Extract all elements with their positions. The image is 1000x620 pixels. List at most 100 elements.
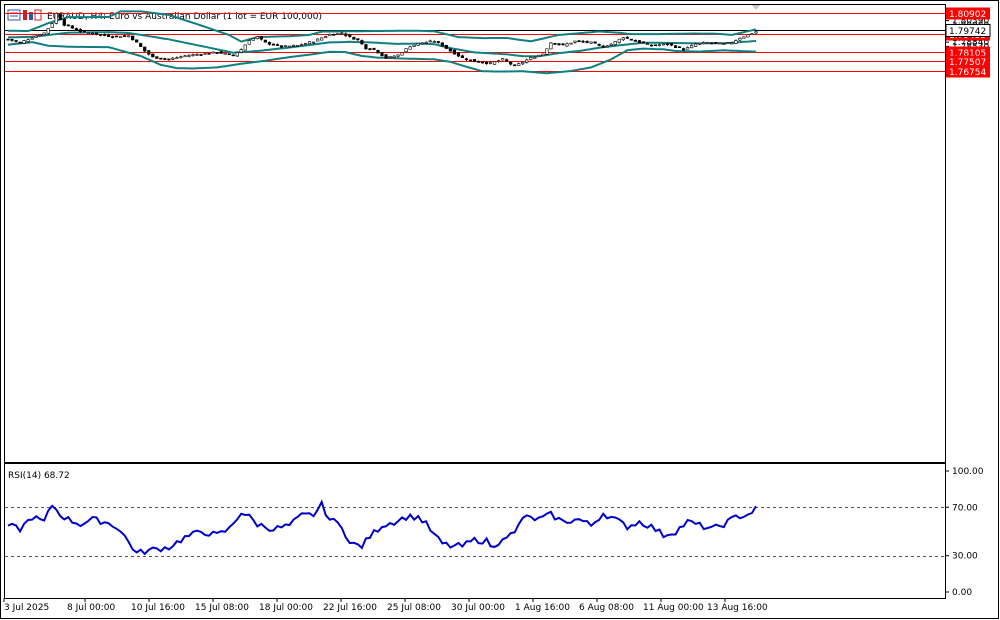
bear-candle [597,44,601,46]
bear-candle [231,54,235,57]
bull-candle [754,31,758,34]
bear-candle [159,57,163,60]
rsi-line [7,499,757,556]
bear-candle [557,43,561,46]
bull-candle [661,43,666,46]
bear-candle [384,54,388,59]
time-axis-label: 18 Jul 00:00 [259,603,313,613]
bear-candle [637,40,641,44]
time-axis-label: 6 Aug 08:00 [579,603,634,613]
bear-candle [633,39,637,42]
bear-candle [553,42,557,45]
bull-candle [517,63,521,66]
bull-candle [742,36,746,39]
main-plot-frame [4,4,946,463]
bear-candle [151,53,155,58]
bull-candle [493,61,497,65]
time-axis-label: 15 Jul 08:00 [195,603,249,613]
bear-candle [380,52,384,57]
bear-candle [629,38,633,41]
bear-candle [476,61,481,63]
bull-candle [686,47,690,50]
bull-candle [303,43,308,45]
bull-candle [42,32,46,36]
bear-candle [464,58,469,61]
bull-candle [291,44,296,47]
bear-candle [665,43,670,45]
bear-candle [364,44,368,50]
bear-candle [509,61,513,65]
bear-candle [440,42,444,47]
window-border [0,0,999,619]
bull-candle [171,57,175,60]
bull-candle [287,45,292,48]
bear-candle [94,32,99,36]
bear-candle [348,34,352,37]
bear-candle [227,53,231,55]
bull-candle [336,32,340,35]
bull-candle [324,36,328,39]
bull-candle [283,45,288,48]
bull-candle [195,53,199,56]
bear-candle [677,46,682,49]
bull-candle [404,48,408,53]
bull-candle [396,54,400,57]
bear-candle [271,43,276,46]
bull-candle [706,42,710,44]
bear-candle [74,28,78,31]
bull-candle [235,52,239,57]
bull-candle [420,42,424,45]
scroll-marker-icon[interactable] [752,5,760,10]
bull-candle [203,52,207,55]
bull-candle [308,41,312,44]
time-axis-label: 13 Aug 16:00 [707,603,768,613]
level-price-label: 1.76754 [949,68,986,78]
bear-candle [143,46,147,52]
bull-candle [537,54,541,57]
level-price-label: 1.80902 [949,10,986,20]
bear-candle [460,55,465,59]
chart-menu-icon[interactable] [7,9,21,21]
bull-candle [243,44,247,51]
bull-candle [617,38,621,43]
bear-candle [219,51,223,54]
bull-candle [738,37,742,41]
bull-candle [501,58,505,61]
bear-candle [484,62,489,65]
rsi-tick-label: 70.00 [952,503,978,513]
bull-candle [730,42,734,45]
chart-canvas[interactable]: EURAUD, H4: Euro vs Australian Dollar (1… [0,0,1000,620]
bull-candle [488,62,493,65]
bear-candle [593,41,597,44]
bear-candle [275,44,280,46]
bear-candle [332,34,336,36]
rsi-title: RSI(14) 68.72 [8,471,70,481]
bear-candle [167,58,171,61]
bull-candle [295,44,300,47]
bull-candle [255,36,259,39]
bear-candle [368,48,372,50]
bull-candle [127,35,131,38]
bull-candle [497,60,501,63]
bear-candle [10,38,14,41]
bear-candle [78,29,82,33]
time-axis-label: 3 Jul 2025 [4,603,49,613]
bull-candle [211,51,215,54]
bear-candle [682,48,686,51]
bear-candle [376,49,380,54]
chart-type-icon[interactable] [23,9,42,21]
bear-candle [641,41,645,44]
bull-candle [54,13,58,24]
bull-candle [533,57,537,59]
bear-candle [6,38,10,41]
bull-candle [340,32,344,35]
bear-candle [215,52,219,54]
time-axis-label: 10 Jul 16:00 [131,603,185,613]
bear-candle [207,53,211,55]
bear-candle [155,56,159,59]
bull-candle [746,34,750,38]
time-axis-label: 22 Jul 16:00 [323,603,377,613]
bear-candle [102,33,107,36]
bull-candle [50,23,54,28]
bull-candle [392,55,396,58]
